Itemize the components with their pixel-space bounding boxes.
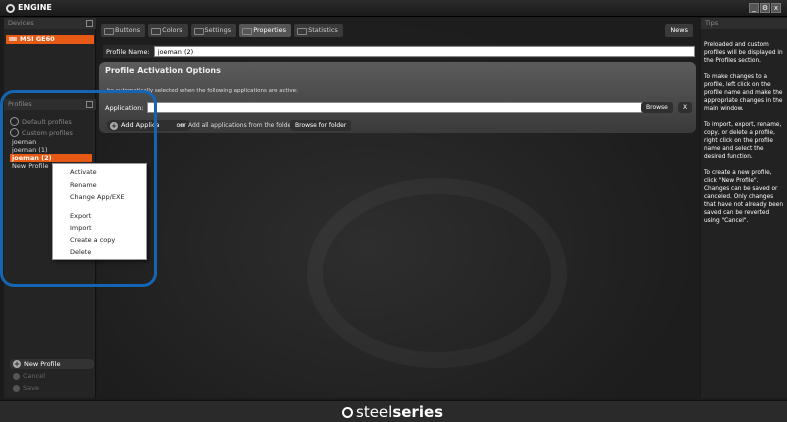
device-label: MSI GE60 [20, 35, 55, 43]
close-button[interactable]: x [771, 3, 781, 13]
main-panel: Buttons Colors Settings Properties Stati… [97, 18, 699, 398]
tab-statistics[interactable]: Statistics [294, 24, 343, 37]
tips-panel: Tips Preloaded and custom profiles will … [701, 18, 787, 398]
title-bar: ENGINE _ ⚙ x [0, 0, 787, 17]
tab-buttons[interactable]: Buttons [101, 24, 146, 37]
new-profile-button[interactable]: + New Profile [10, 359, 94, 369]
window-controls: _ ⚙ x [749, 3, 781, 13]
annotation-highlight [0, 90, 157, 287]
devices-header-label: Devices [8, 19, 34, 27]
remove-application-button[interactable]: X [678, 102, 693, 113]
brand-text-bold: series [392, 403, 444, 421]
tip-paragraph: To import, export, rename, copy, or dele… [704, 122, 782, 160]
profile-name-row: Profile Name: [103, 45, 695, 58]
activation-panel: Profile Activation Options be automatica… [99, 62, 696, 133]
steelseries-logo-icon [6, 4, 15, 13]
cancel-label: Cancel [23, 372, 46, 380]
news-button[interactable]: News [665, 24, 693, 37]
tip-paragraph: Preloaded and custom profiles will be di… [704, 42, 783, 64]
steelseries-logo-icon [342, 406, 353, 418]
activation-title: Profile Activation Options [105, 66, 221, 75]
tab-bar: Buttons Colors Settings Properties Stati… [101, 24, 343, 37]
tab-colors[interactable]: Colors [148, 24, 188, 37]
tab-properties[interactable]: Properties [239, 24, 292, 37]
devices-collapse-button[interactable] [86, 20, 93, 27]
settings-button[interactable]: ⚙ [760, 3, 770, 13]
footer: steelseries [0, 400, 787, 422]
brand-text-light: steel [356, 403, 393, 421]
tip-paragraph: To make changes to a profile, left click… [704, 74, 783, 112]
profile-name-input[interactable] [153, 46, 695, 57]
cancel-button[interactable]: Cancel [10, 371, 94, 381]
browse-button[interactable]: Browse [641, 102, 673, 113]
save-icon [13, 384, 20, 392]
minimize-button[interactable]: _ [749, 3, 759, 13]
save-button[interactable]: Save [10, 383, 94, 393]
device-item-selected[interactable]: MSI GE60 [6, 35, 94, 44]
folder-hint-text: or Add all applications from the folder: [180, 122, 296, 129]
tips-header: Tips [701, 18, 787, 29]
devices-header: Devices [4, 18, 96, 29]
application-input[interactable] [146, 102, 645, 113]
new-profile-label: New Profile [24, 360, 61, 368]
background-watermark [307, 178, 567, 368]
device-icon [9, 37, 17, 41]
plus-icon: + [13, 360, 21, 368]
app-title: ENGINE [18, 3, 52, 12]
save-label: Save [23, 384, 39, 392]
steelseries-brand: steelseries [342, 403, 443, 421]
tips-body: Preloaded and custom profiles will be di… [701, 29, 787, 225]
tip-paragraph: To create a new profile, click "New Prof… [704, 170, 783, 224]
tab-settings[interactable]: Settings [190, 24, 237, 37]
browse-folder-button[interactable]: Browse for folder [290, 120, 352, 131]
profile-name-label: Profile Name: [106, 47, 150, 56]
cancel-icon [13, 372, 20, 380]
application-row: Application: [105, 101, 645, 114]
